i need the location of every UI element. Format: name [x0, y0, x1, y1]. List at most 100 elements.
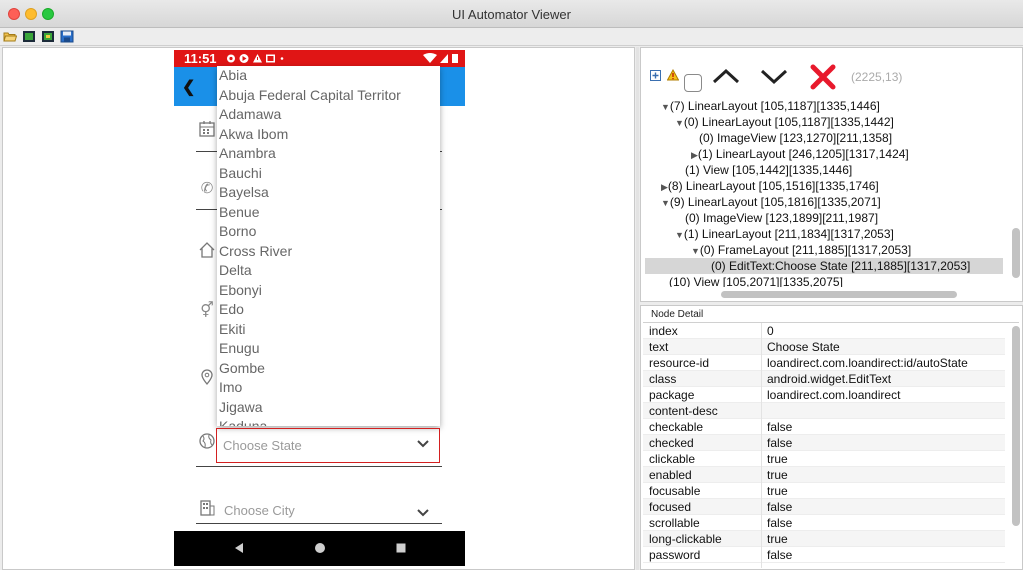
tree-collapsed-icon[interactable]: ▶	[691, 150, 698, 160]
state-option[interactable]: Enugu	[217, 339, 440, 359]
detail-value: true	[767, 532, 788, 546]
state-option[interactable]: Abuja Federal Capital Territor	[217, 86, 440, 106]
home-icon	[198, 241, 216, 259]
nav-recents-icon[interactable]	[395, 542, 407, 554]
field-underline	[196, 523, 442, 524]
detail-row[interactable]: focusable true	[643, 483, 1005, 499]
state-option[interactable]: Gombe	[217, 359, 440, 379]
tree-node[interactable]: ▼(0) FrameLayout [211,1885][1317,2053]	[691, 242, 911, 258]
android-nav-bar	[174, 531, 465, 566]
chevron-down-icon[interactable]	[416, 506, 430, 521]
state-option[interactable]: Akwa Ibom	[217, 125, 440, 145]
chevron-up-icon[interactable]	[711, 67, 741, 85]
device-screenshot-compressed-icon[interactable]	[41, 30, 55, 43]
field-underline	[196, 466, 442, 467]
status-time: 11:51	[184, 51, 217, 66]
state-option[interactable]: Delta	[217, 261, 440, 281]
tree-node[interactable]: ▶(1) LinearLayout [246,1205][1317,1424]	[691, 146, 909, 162]
tree-node[interactable]: ▼(7) LinearLayout [105,1187][1335,1446]	[661, 100, 880, 114]
state-option[interactable]: Imo	[217, 378, 440, 398]
tree-node[interactable]: (0) ImageView [123,1899][211,1987]	[685, 210, 878, 226]
building-icon	[198, 499, 216, 517]
tree-node[interactable]: ▼(1) LinearLayout [211,1834][1317,2053]	[675, 226, 894, 242]
tree-node-selected[interactable]: (0) EditText:Choose State [211,1885][131…	[645, 258, 1003, 274]
save-icon[interactable]	[60, 30, 74, 43]
tree-expanded-icon[interactable]: ▼	[691, 246, 700, 256]
state-option[interactable]: Anambra	[217, 144, 440, 164]
detail-row[interactable]: checkable false	[643, 419, 1005, 435]
choose-state-field[interactable]: Choose State	[216, 428, 440, 463]
state-option[interactable]: Cross River	[217, 242, 440, 262]
detail-row[interactable]: text Choose State	[643, 339, 1005, 355]
state-option[interactable]: Benue	[217, 203, 440, 223]
detail-row[interactable]: long-clickable true	[643, 531, 1005, 547]
expand-all-icon[interactable]	[650, 70, 661, 81]
tree-node-label: (1) View [105,1442][1335,1446]	[685, 163, 853, 177]
tree-collapsed-icon[interactable]: ▶	[661, 182, 668, 192]
nav-back-icon[interactable]	[233, 542, 245, 554]
open-folder-icon[interactable]	[3, 30, 17, 43]
detail-value: android.widget.EditText	[767, 372, 892, 386]
choose-city-placeholder[interactable]: Choose City	[224, 503, 295, 518]
nav-home-icon[interactable]	[314, 542, 326, 554]
state-option[interactable]: Ekiti	[217, 320, 440, 340]
detail-vertical-scrollbar[interactable]	[1012, 326, 1020, 526]
state-option[interactable]: Jigawa	[217, 398, 440, 418]
back-arrow-icon[interactable]: ❮	[182, 77, 195, 97]
state-option[interactable]: Borno	[217, 222, 440, 242]
toggle-naf-checkbox[interactable]	[684, 74, 702, 92]
tree-node[interactable]: (10) View [105,2071][1335,2075]	[669, 274, 843, 287]
detail-row[interactable]: enabled true	[643, 467, 1005, 483]
detail-key: text	[649, 340, 669, 354]
detail-value: false	[767, 420, 793, 434]
state-option[interactable]: Kaduna	[217, 417, 440, 426]
detail-row[interactable]: password false	[643, 547, 1005, 563]
state-option[interactable]: Abia	[217, 66, 440, 86]
android-status-bar: 11:51	[174, 50, 465, 67]
state-option[interactable]: Ebonyi	[217, 281, 440, 301]
coordinates-readout: (2225,13)	[851, 70, 903, 84]
detail-value: true	[767, 452, 788, 466]
tree-vertical-scrollbar[interactable]	[1012, 228, 1020, 278]
detail-row[interactable]: package loandirect.com.loandirect	[643, 387, 1005, 403]
delete-x-icon[interactable]	[809, 63, 837, 91]
detail-key: checkable	[649, 420, 704, 434]
warning-icon[interactable]	[667, 69, 679, 81]
choose-state-placeholder: Choose State	[223, 438, 302, 453]
detail-value: false	[767, 436, 793, 450]
state-option[interactable]: Edo	[217, 300, 440, 320]
detail-row[interactable]: clickable true	[643, 451, 1005, 467]
state-option[interactable]: Adamawa	[217, 105, 440, 125]
tree-expanded-icon[interactable]: ▼	[661, 102, 670, 112]
detail-row[interactable]: content-desc	[643, 403, 1005, 419]
tree-expanded-icon[interactable]: ▼	[675, 230, 684, 240]
tree-node[interactable]: ▶(8) LinearLayout [105,1516][1335,1746]	[661, 178, 879, 194]
device-screenshot-icon[interactable]	[22, 30, 36, 43]
detail-row[interactable]: index 0	[643, 323, 1005, 339]
detail-value: true	[767, 484, 788, 498]
hierarchy-tree[interactable]: ▼(7) LinearLayout [105,1187][1335,1446] ▼…	[641, 100, 1003, 287]
hierarchy-toolbar: (2225,13)	[641, 48, 1022, 96]
detail-row[interactable]: scrollable false	[643, 515, 1005, 531]
state-option[interactable]: Bauchi	[217, 164, 440, 184]
detail-row[interactable]: class android.widget.EditText	[643, 371, 1005, 387]
tree-node[interactable]: (1) View [105,1442][1335,1446]	[685, 162, 852, 178]
chevron-down-icon[interactable]	[759, 68, 789, 86]
detail-row[interactable]: resource-id loandirect.com.loandirect:id/…	[643, 355, 1005, 371]
tree-expanded-icon[interactable]: ▼	[675, 118, 684, 128]
globe-icon	[198, 432, 216, 450]
tree-node[interactable]: ▼(0) LinearLayout [105,1187][1335,1442]	[675, 114, 894, 130]
state-option[interactable]: Bayelsa	[217, 183, 440, 203]
tree-node[interactable]: ▼(9) LinearLayout [105,1816][1335,2071]	[661, 194, 881, 210]
chevron-down-icon[interactable]	[416, 437, 430, 452]
tree-horizontal-scrollbar[interactable]	[721, 291, 957, 298]
tree-expanded-icon[interactable]: ▼	[661, 198, 670, 208]
detail-row[interactable]: checked false	[643, 435, 1005, 451]
detail-row[interactable]: focused false	[643, 499, 1005, 515]
state-dropdown-list[interactable]: Abia Abuja Federal Capital Territor Adamaw…	[217, 66, 440, 426]
notification-icons	[227, 54, 284, 63]
tree-node[interactable]: (0) ImageView [123,1270][211,1358]	[699, 130, 892, 146]
tree-node-label: (0) ImageView [123,1270][211,1358]	[699, 131, 893, 145]
node-detail-table[interactable]: index 0 text Choose State resource-id loandir…	[643, 323, 1005, 563]
pane-splitter[interactable]	[636, 47, 639, 570]
